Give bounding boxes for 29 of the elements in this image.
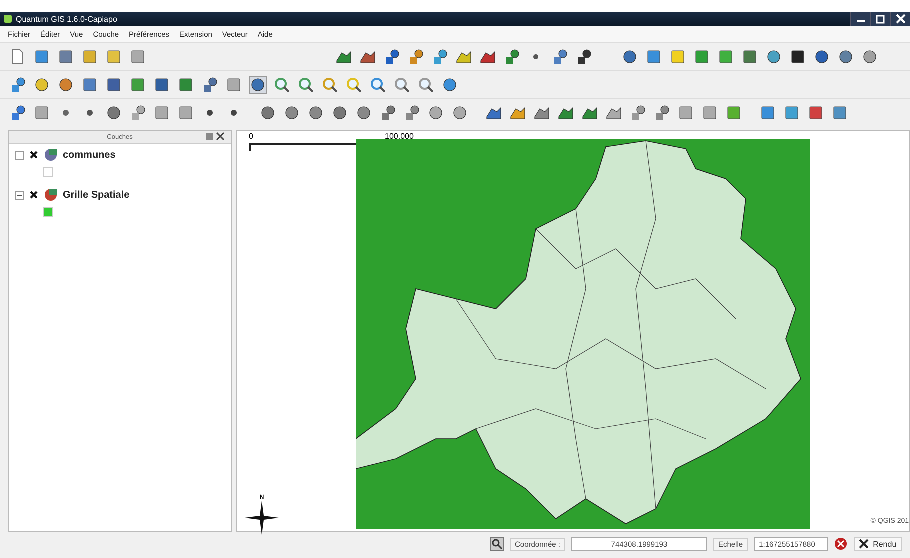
app-logo-icon [4,15,12,23]
layer-type-icon [44,188,58,202]
render-checkbox[interactable]: Rendu [854,537,902,551]
layer-name[interactable]: communes [63,150,116,160]
zoom-selection-icon[interactable] [370,76,386,92]
expand-toggle-icon[interactable] [15,190,24,200]
layer-name[interactable]: Grille Spatiale [63,190,130,200]
window-title: Quantum GIS 1.6.0-Capiapo [16,14,118,24]
coordinate-toggle-icon[interactable] [490,537,504,551]
close-button[interactable] [890,12,910,26]
zoom-out-icon[interactable] [298,76,314,92]
restore-button[interactable] [870,12,890,26]
zoom-next-icon[interactable] [418,76,434,92]
close-icon [896,14,906,24]
zoom-full-icon[interactable] [322,76,338,92]
expand-toggle-icon[interactable] [15,150,24,160]
layer-type-icon [44,148,58,162]
scale-bar-label: 100,000 [385,132,414,141]
panel-controls-icon[interactable] [205,132,225,142]
stop-render-icon[interactable] [834,537,848,551]
zoom-in-icon[interactable] [274,76,290,92]
zoom-layer-icon[interactable] [346,76,362,92]
new-file-icon[interactable] [10,48,26,64]
restore-icon [876,14,886,24]
minimize-button[interactable] [850,12,870,26]
compass-star-icon [245,501,279,535]
zoom-last-icon[interactable] [394,76,410,92]
checkbox-icon[interactable] [859,539,870,549]
scale-bar-label: 0 [249,132,254,141]
